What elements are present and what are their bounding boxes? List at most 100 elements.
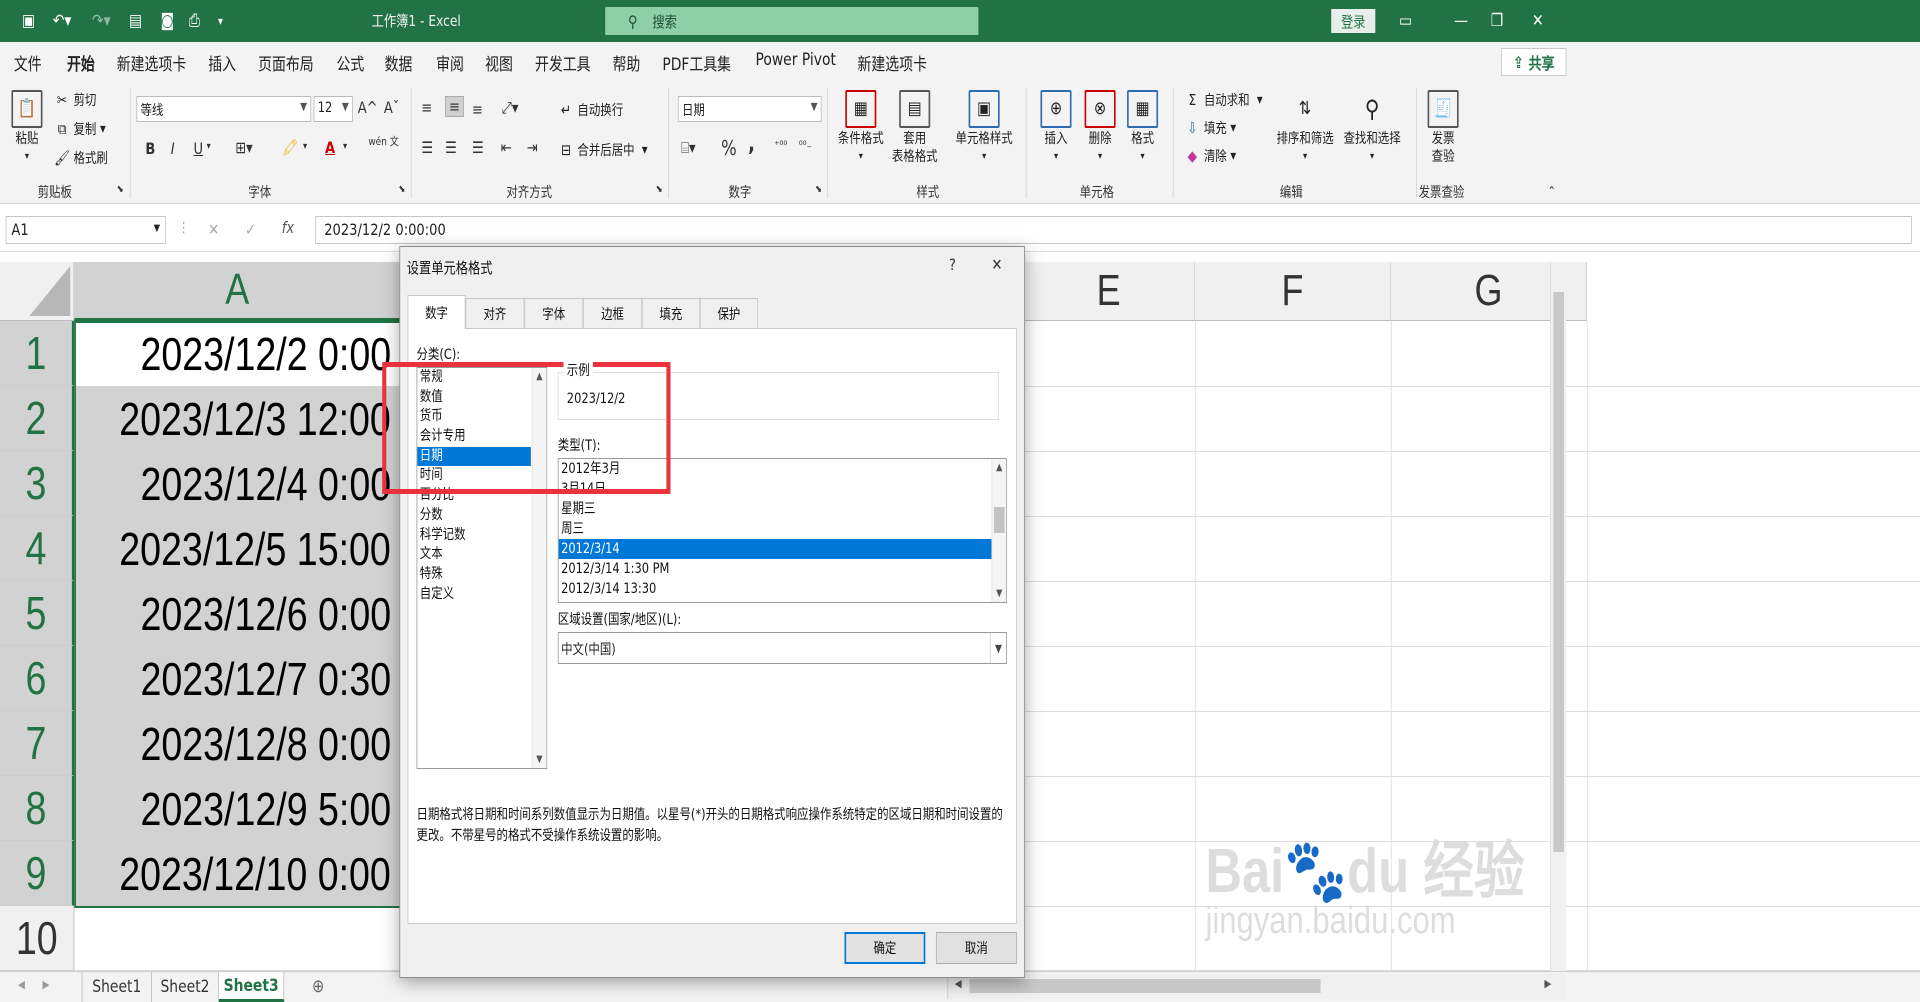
orientation-icon[interactable]: ⤢▾: [501, 98, 518, 118]
save-icon[interactable]: ▣: [18, 10, 39, 32]
column-header-e[interactable]: E: [1023, 262, 1195, 321]
tab-view[interactable]: 视图: [485, 50, 513, 75]
row-header-5[interactable]: 5: [0, 581, 75, 646]
cell-a9[interactable]: 2023/12/10 0:00: [75, 841, 402, 906]
tab-pdf-tools[interactable]: PDF工具集: [662, 50, 731, 75]
tab-protection[interactable]: 保护: [699, 298, 758, 328]
confirm-entry-icon[interactable]: ✓: [245, 220, 256, 239]
increase-decimal-icon[interactable]: ⁺⁰⁰: [774, 138, 787, 152]
tab-alignment[interactable]: 对齐: [465, 298, 525, 328]
name-box[interactable]: A1 ▼: [5, 216, 166, 244]
align-center-icon[interactable]: ☰: [445, 138, 457, 157]
row-header-9[interactable]: 9: [0, 841, 75, 906]
scrollbar-thumb[interactable]: [969, 979, 1321, 993]
paste-button[interactable]: 📋 粘贴 ▾: [11, 90, 43, 166]
chevron-down-icon[interactable]: ▾: [207, 141, 211, 152]
font-name-select[interactable]: 等线 ▼: [136, 96, 312, 122]
tab-insert[interactable]: 插入: [208, 50, 236, 75]
row-header-8[interactable]: 8: [0, 776, 75, 841]
customize-icon[interactable]: ▾: [212, 10, 228, 32]
prev-sheet-icon[interactable]: ◀: [18, 978, 25, 991]
invoice-check-button[interactable]: 🧾 发票 查验: [1427, 90, 1459, 166]
decrease-indent-icon[interactable]: ⇤: [501, 138, 512, 157]
restore-icon[interactable]: ❐: [1485, 8, 1510, 34]
share-button[interactable]: ⇪ 共享: [1501, 48, 1567, 76]
form-icon[interactable]: ▤: [125, 10, 146, 32]
tab-home[interactable]: 开始: [66, 50, 95, 83]
clear-button[interactable]: ◆ 清除 ▾: [1184, 146, 1236, 166]
row-header-6[interactable]: 6: [0, 646, 75, 711]
close-icon[interactable]: ✕: [1526, 8, 1551, 34]
scroll-up-icon[interactable]: ▲: [992, 459, 1006, 476]
help-icon[interactable]: ?: [949, 255, 956, 274]
align-middle-icon[interactable]: ≡: [445, 96, 465, 117]
row-header-2[interactable]: 2: [0, 386, 75, 451]
category-special[interactable]: 特殊: [417, 565, 531, 585]
scroll-right-icon[interactable]: ▶: [1544, 977, 1551, 990]
sheet-tab-sheet2[interactable]: Sheet2: [152, 972, 219, 1002]
cell-a8[interactable]: 2023/12/9 5:00: [75, 776, 402, 841]
login-button[interactable]: 登录: [1331, 9, 1376, 33]
scroll-left-icon[interactable]: ◀: [955, 977, 962, 990]
dialog-launcher-icon[interactable]: ⬊: [117, 184, 124, 195]
cancel-button[interactable]: 取消: [935, 932, 1017, 964]
type-scrollbar[interactable]: ▲ ▼: [991, 459, 1007, 602]
cell-a4[interactable]: 2023/12/5 15:00: [75, 516, 402, 581]
select-all-corner[interactable]: [0, 262, 75, 321]
font-color-icon[interactable]: A: [325, 138, 335, 157]
type-item[interactable]: 2012/3/14 13:30: [559, 579, 993, 599]
fill-button[interactable]: ⇩ 填充 ▾: [1184, 118, 1236, 138]
type-item[interactable]: 星期三: [559, 499, 993, 519]
minimize-icon[interactable]: —: [1449, 8, 1474, 34]
category-scientific[interactable]: 科学记数: [417, 526, 531, 546]
tab-help[interactable]: 帮助: [613, 50, 641, 75]
cell-a1[interactable]: 2023/12/2 0:00: [75, 321, 402, 386]
redo-icon[interactable]: ↷▾: [87, 10, 116, 32]
horizontal-scrollbar[interactable]: ◀ ▶: [947, 974, 1567, 999]
fill-color-icon[interactable]: 🖍: [282, 138, 299, 157]
insert-cells-button[interactable]: ⊕ 插入 ▾: [1040, 90, 1072, 166]
row-header-10[interactable]: 10: [0, 906, 75, 971]
scroll-down-icon[interactable]: ▼: [992, 585, 1006, 602]
tab-font[interactable]: 字体: [524, 298, 584, 328]
type-item[interactable]: 周三: [559, 519, 993, 539]
sheet-tab-sheet3[interactable]: Sheet3: [218, 972, 285, 1002]
row-header-4[interactable]: 4: [0, 516, 75, 581]
search-input[interactable]: ⚲ 搜索: [605, 7, 979, 35]
tab-developer[interactable]: 开发工具: [535, 50, 591, 75]
row-header-3[interactable]: 3: [0, 451, 75, 516]
format-cells-button[interactable]: ▦ 格式 ▾: [1127, 90, 1159, 166]
dialog-close-icon[interactable]: ✕: [991, 255, 1002, 274]
type-item-selected[interactable]: 2012/3/14: [558, 539, 993, 559]
column-header-f[interactable]: F: [1194, 262, 1391, 321]
italic-button[interactable]: I: [171, 139, 175, 158]
borders-icon[interactable]: ⊞▾: [235, 138, 253, 157]
cell-a2[interactable]: 2023/12/3 12:00: [75, 386, 402, 451]
tab-number[interactable]: 数字: [407, 295, 466, 329]
percent-button[interactable]: %: [721, 136, 737, 160]
collapse-ribbon-icon[interactable]: ⌃: [1548, 184, 1556, 198]
insert-function-icon[interactable]: fx: [282, 218, 294, 237]
align-bottom-icon[interactable]: ≡: [472, 100, 483, 119]
formula-input[interactable]: 2023/12/2 0:00:00: [315, 216, 1912, 244]
scrollbar-thumb[interactable]: [1553, 292, 1564, 852]
tab-new-2[interactable]: 新建选项卡: [858, 50, 927, 75]
number-format-select[interactable]: 日期 ▼: [677, 96, 822, 122]
camera-icon[interactable]: ◙: [157, 10, 178, 32]
align-left-icon[interactable]: ☰: [421, 138, 433, 157]
ribbon-display-icon[interactable]: ▭: [1393, 8, 1418, 34]
undo-icon[interactable]: ↶▾: [47, 10, 76, 32]
scrollbar-thumb[interactable]: [993, 507, 1005, 533]
tab-data[interactable]: 数据: [385, 50, 413, 75]
format-painter-button[interactable]: 🖌 格式刷: [54, 148, 108, 168]
scroll-down-icon[interactable]: ▼: [532, 751, 546, 768]
cut-button[interactable]: ✂ 剪切: [54, 90, 96, 110]
sheet-tab-sheet1[interactable]: Sheet1: [81, 972, 152, 1002]
bold-button[interactable]: B: [145, 139, 155, 158]
underline-button[interactable]: U: [194, 139, 204, 158]
chevron-down-icon[interactable]: ▾: [343, 141, 347, 152]
phonetic-button[interactable]: wén 文: [368, 136, 398, 147]
merge-center-button[interactable]: ⊟ 合并后居中 ▾: [558, 140, 648, 160]
currency-icon[interactable]: ⌸▾: [681, 138, 695, 158]
cell-styles-button[interactable]: ▣ 单元格样式 ▾: [956, 90, 1013, 166]
